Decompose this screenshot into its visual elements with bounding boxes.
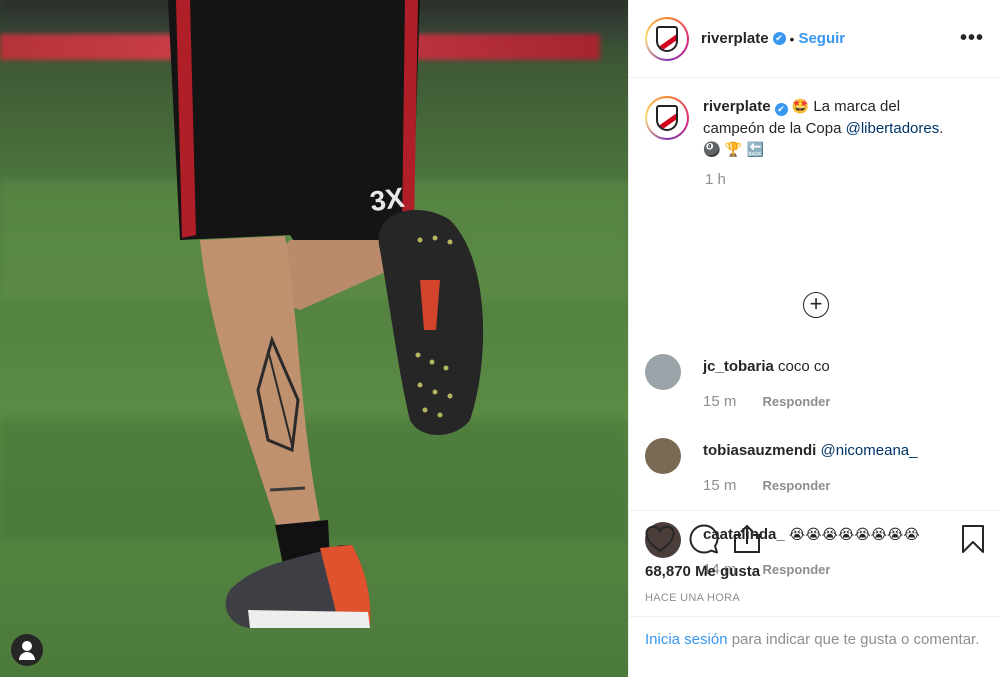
share-icon[interactable] (733, 524, 761, 554)
post-timestamp[interactable]: HACE UNA HORA (645, 592, 985, 604)
more-options-icon[interactable]: ••• (960, 27, 984, 50)
verified-badge-icon: ✔ (772, 32, 786, 45)
load-more-comments-button[interactable]: + (803, 292, 829, 318)
svg-text:3X: 3X (368, 182, 407, 218)
user-tag-icon[interactable] (11, 634, 43, 666)
caption-period: . (939, 120, 944, 137)
heart-icon[interactable] (645, 525, 675, 553)
commenter-avatar[interactable] (645, 438, 681, 474)
likes-label: Me gusta (695, 563, 761, 580)
comment-item: tobiasauzmendi @nicomeana_ 15 m Responde… (645, 438, 917, 494)
verified-badge-icon: ✔ (774, 103, 788, 116)
login-link[interactable]: Inicia sesión (645, 631, 728, 648)
comment-mention[interactable]: @nicomeana_ (821, 442, 918, 459)
profile-avatar[interactable] (645, 16, 689, 61)
caption-mention[interactable]: @libertadores (846, 120, 940, 137)
comment-time: 15 m (703, 477, 737, 494)
comment-item: jc_tobaria coco co 15 m Responder (645, 354, 830, 410)
post-header: riverplate ✔ • Seguir ••• (629, 0, 1000, 78)
comment-body: tobiasauzmendi @nicomeana_ 15 m Responde… (703, 438, 917, 494)
login-prompt: Inicia sesión para indicar que te gusta … (629, 616, 1000, 663)
likes-summary[interactable]: 68,870 Me gusta (645, 563, 985, 580)
caption-username[interactable]: riverplate (703, 98, 771, 115)
separator-dot: • (789, 30, 795, 47)
comment-time: 15 m (703, 393, 737, 410)
club-crest-icon (656, 105, 678, 131)
reply-button[interactable]: Responder (763, 394, 831, 409)
login-prompt-text: para indicar que te gusta o comentar. (731, 631, 980, 648)
action-icons (645, 523, 985, 555)
bookmark-icon[interactable] (961, 524, 985, 554)
comment-username[interactable]: tobiasauzmendi (703, 442, 816, 459)
comment-meta: 15 m Responder (703, 477, 917, 494)
comment-username[interactable]: jc_tobaria (703, 358, 774, 375)
likes-count: 68,870 (645, 563, 691, 580)
star-eyes-emoji: 🤩 (791, 99, 810, 115)
comment-icon[interactable] (689, 524, 719, 554)
comment-text: coco co (778, 358, 830, 375)
caption-text: riverplate ✔ 🤩 La marca del campeón de la… (703, 96, 963, 161)
post-sidebar: riverplate ✔ • Seguir ••• riverplate ✔ 🤩 … (628, 0, 1000, 677)
caption-emojis: 🎱 🏆 🔙 (703, 142, 765, 158)
header-username[interactable]: riverplate (701, 30, 769, 47)
caption: riverplate ✔ 🤩 La marca del campeón de la… (645, 96, 984, 161)
comment-meta: 15 m Responder (703, 393, 830, 410)
reply-button[interactable]: Responder (763, 478, 831, 493)
post-photo[interactable]: 3X (0, 0, 628, 677)
action-bar: 68,870 Me gusta HACE UNA HORA (629, 510, 1000, 616)
caption-time: 1 h (705, 171, 726, 188)
comment-body: jc_tobaria coco co 15 m Responder (703, 354, 830, 410)
commenter-avatar[interactable] (645, 354, 681, 390)
caption-avatar[interactable] (645, 96, 689, 140)
follow-button[interactable]: Seguir (798, 30, 845, 47)
player-illustration: 3X (168, 0, 484, 628)
club-crest-icon (656, 25, 678, 52)
comments-section: riverplate ✔ 🤩 La marca del campeón de la… (629, 78, 1000, 578)
